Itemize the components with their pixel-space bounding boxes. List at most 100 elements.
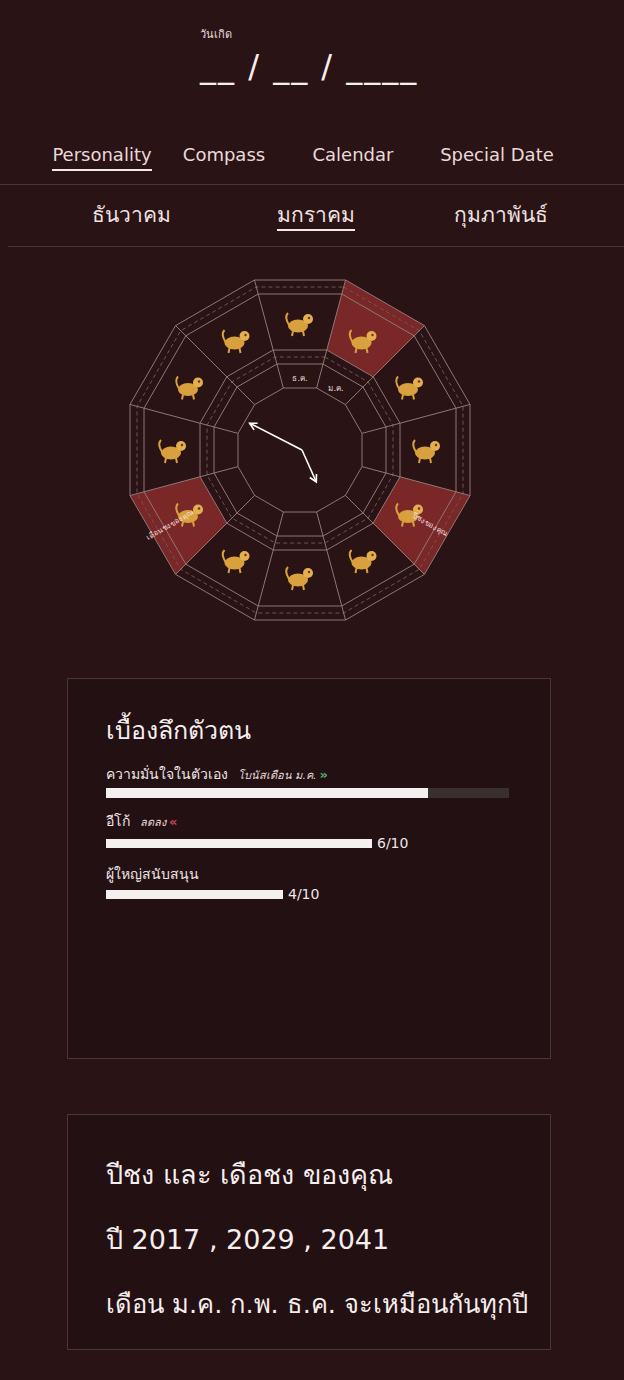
clash-card: ปีชง และ เดือชง ของคุณปี 2017 , 2029 , 2… <box>67 1114 551 1350</box>
insight-bar: 4/10 <box>106 886 530 902</box>
month-tab[interactable]: กุมภาพันธ์ <box>454 201 548 229</box>
rabbit-head <box>430 441 440 451</box>
snake-icon <box>350 550 377 573</box>
horse-eye <box>308 571 310 573</box>
rooster-limbs <box>159 440 177 463</box>
insight-row: ความมั่นใจในตัวเองโบนัสเดือน ม.ค.» <box>106 765 530 798</box>
pig-head <box>240 331 250 341</box>
wheel-spoke <box>345 495 424 574</box>
rat-eye <box>308 317 310 319</box>
birthdate-label: วันเกิด <box>200 28 624 42</box>
rooster-eye <box>181 444 183 446</box>
clash-title: ปีชง และ เดือชง ของคุณ <box>106 1153 530 1196</box>
insight-bar <box>106 788 530 798</box>
sector-label: ปีชงของคุณ <box>410 510 450 538</box>
ox-eye <box>371 334 373 336</box>
monkey-eye <box>198 507 200 509</box>
badge-text: โบนัสเดือน ม.ค. <box>238 767 317 785</box>
tiger-limbs <box>396 377 414 400</box>
horse-head <box>303 568 313 578</box>
horse-icon <box>286 567 313 590</box>
pig-icon <box>223 330 250 353</box>
bar-fill <box>106 839 372 848</box>
ox-icon <box>350 330 377 353</box>
rabbit-limbs <box>413 440 431 463</box>
wheel-sector <box>254 550 345 620</box>
tab[interactable]: Personality <box>52 142 151 171</box>
rabbit-eye <box>435 444 437 446</box>
rooster-icon <box>159 440 186 463</box>
tab[interactable]: Compass <box>183 142 265 169</box>
tab-bar: Personality Compass Calendar Special Date <box>0 130 624 185</box>
bar-track <box>106 839 372 848</box>
tab[interactable]: Calendar <box>313 142 394 169</box>
chevron-icon: « <box>169 813 177 831</box>
goat-eye <box>244 554 246 556</box>
pig-eye <box>244 334 246 336</box>
zodiac-wheel: ธ.ค. ม.ค. ปีชงของคุณ เดือนชงของคุณ <box>0 274 624 624</box>
bar-reading: 4/10 <box>288 886 319 902</box>
wheel-spoke <box>176 326 255 405</box>
wheel-spoke <box>254 280 283 388</box>
wheel-spoke <box>362 404 470 433</box>
wheel-ring <box>238 388 362 512</box>
rabbit-icon <box>413 440 440 463</box>
month-mark: ม.ค. <box>328 384 343 393</box>
month-mark: ธ.ค. <box>292 374 307 383</box>
month-tab[interactable]: มกราคม <box>277 201 355 231</box>
pointer-head <box>250 423 258 430</box>
wheel-spoke <box>317 512 346 620</box>
insight-label: ผู้ใหญ่สนับสนุน <box>106 865 199 883</box>
month-tab[interactable]: ธันวาคม <box>92 201 171 229</box>
pointer-arrow <box>302 450 317 482</box>
pointer-shaft <box>250 423 302 450</box>
wheel-sector <box>130 404 200 495</box>
wheel-spoke <box>362 467 470 496</box>
tiger-head <box>413 378 423 388</box>
birthdate-input[interactable]: __ / __ / ____ <box>200 44 624 88</box>
insight-header: ความมั่นใจในตัวเองโบนัสเดือน ม.ค.» <box>106 765 530 785</box>
bar-fill <box>106 788 428 798</box>
month-bar: ธันวาคม มกราคม กุมภาพันธ์ <box>8 185 624 247</box>
pointer-shaft <box>302 450 316 482</box>
ox-limbs <box>350 330 368 353</box>
bar-fill <box>106 890 283 899</box>
insight-bar: 6/10 <box>106 835 530 851</box>
snake-head <box>367 551 377 561</box>
tiger-eye <box>418 380 420 382</box>
insight-header: อีโก้ลดลง« <box>106 812 530 832</box>
dragon-eye <box>418 507 420 509</box>
badge-text: ลดลง <box>140 814 166 832</box>
pointer-head <box>310 474 317 482</box>
bar-track <box>106 890 283 899</box>
dog-limbs <box>176 377 194 400</box>
wheel-ring <box>144 294 456 606</box>
dog-head <box>193 378 203 388</box>
tab[interactable]: Special Date <box>440 142 554 169</box>
wheel-ring <box>130 280 470 620</box>
goat-limbs <box>223 550 241 573</box>
rooster-head <box>176 441 186 451</box>
goat-head <box>240 551 250 561</box>
dragon-limbs <box>396 504 414 527</box>
wheel-canvas: ธ.ค. ม.ค. ปีชงของคุณ เดือนชงของคุณ <box>0 274 624 624</box>
wheel-ring <box>137 287 463 613</box>
rat-head <box>303 314 313 324</box>
monkey-head <box>193 505 203 515</box>
wheel-spoke <box>176 495 255 574</box>
insights-title: เบื้องลึกตัวตน <box>106 713 530 749</box>
insight-row: ผู้ใหญ่สนับสนุน 4/10 <box>106 865 530 902</box>
bar-reading: 6/10 <box>377 835 408 851</box>
insight-badge: ลดลง« <box>140 813 177 832</box>
wheel-spoke <box>254 512 283 620</box>
insight-row: อีโก้ลดลง« 6/10 <box>106 812 530 851</box>
wheel-spoke <box>345 326 424 405</box>
bar-track <box>106 788 509 798</box>
insights-list: ความมั่นใจในตัวเองโบนัสเดือน ม.ค.» อีโก้ล… <box>106 765 530 902</box>
sector-label: เดือนชงของคุณ <box>145 507 195 541</box>
dog-eye <box>198 380 200 382</box>
birthdate-field[interactable]: วันเกิด __ / __ / ____ <box>0 0 624 130</box>
clash-line: ปี 2017 , 2029 , 2041 <box>106 1218 530 1261</box>
wheel-spoke <box>317 280 346 388</box>
wheel-spoke <box>130 467 238 496</box>
